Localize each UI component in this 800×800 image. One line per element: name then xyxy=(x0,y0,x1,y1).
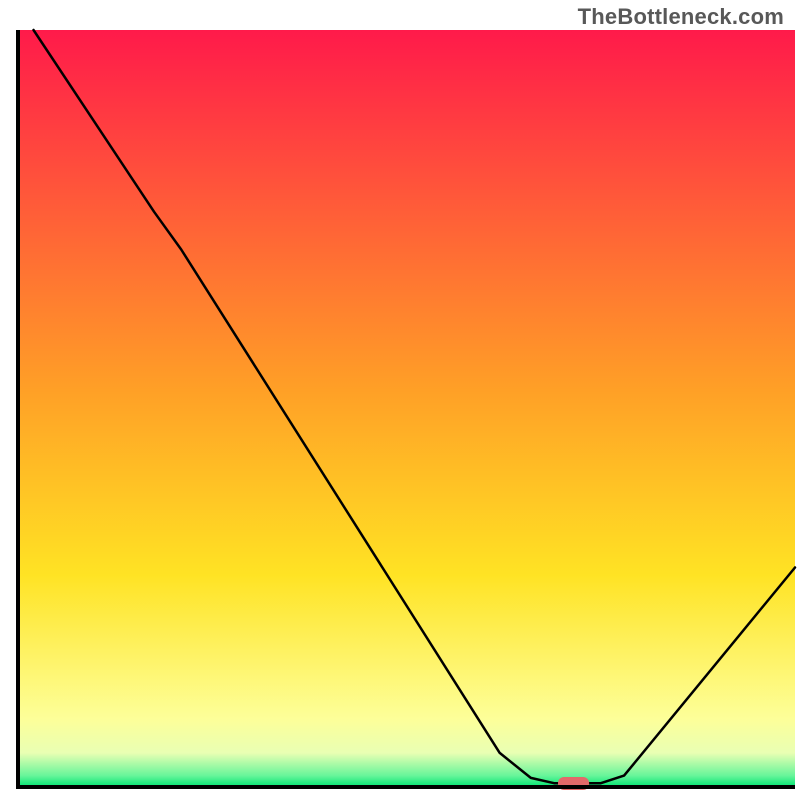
watermark-text: TheBottleneck.com xyxy=(578,4,784,30)
chart-background xyxy=(18,30,795,787)
chart-container: TheBottleneck.com xyxy=(0,0,800,800)
bottleneck-chart xyxy=(0,0,800,800)
